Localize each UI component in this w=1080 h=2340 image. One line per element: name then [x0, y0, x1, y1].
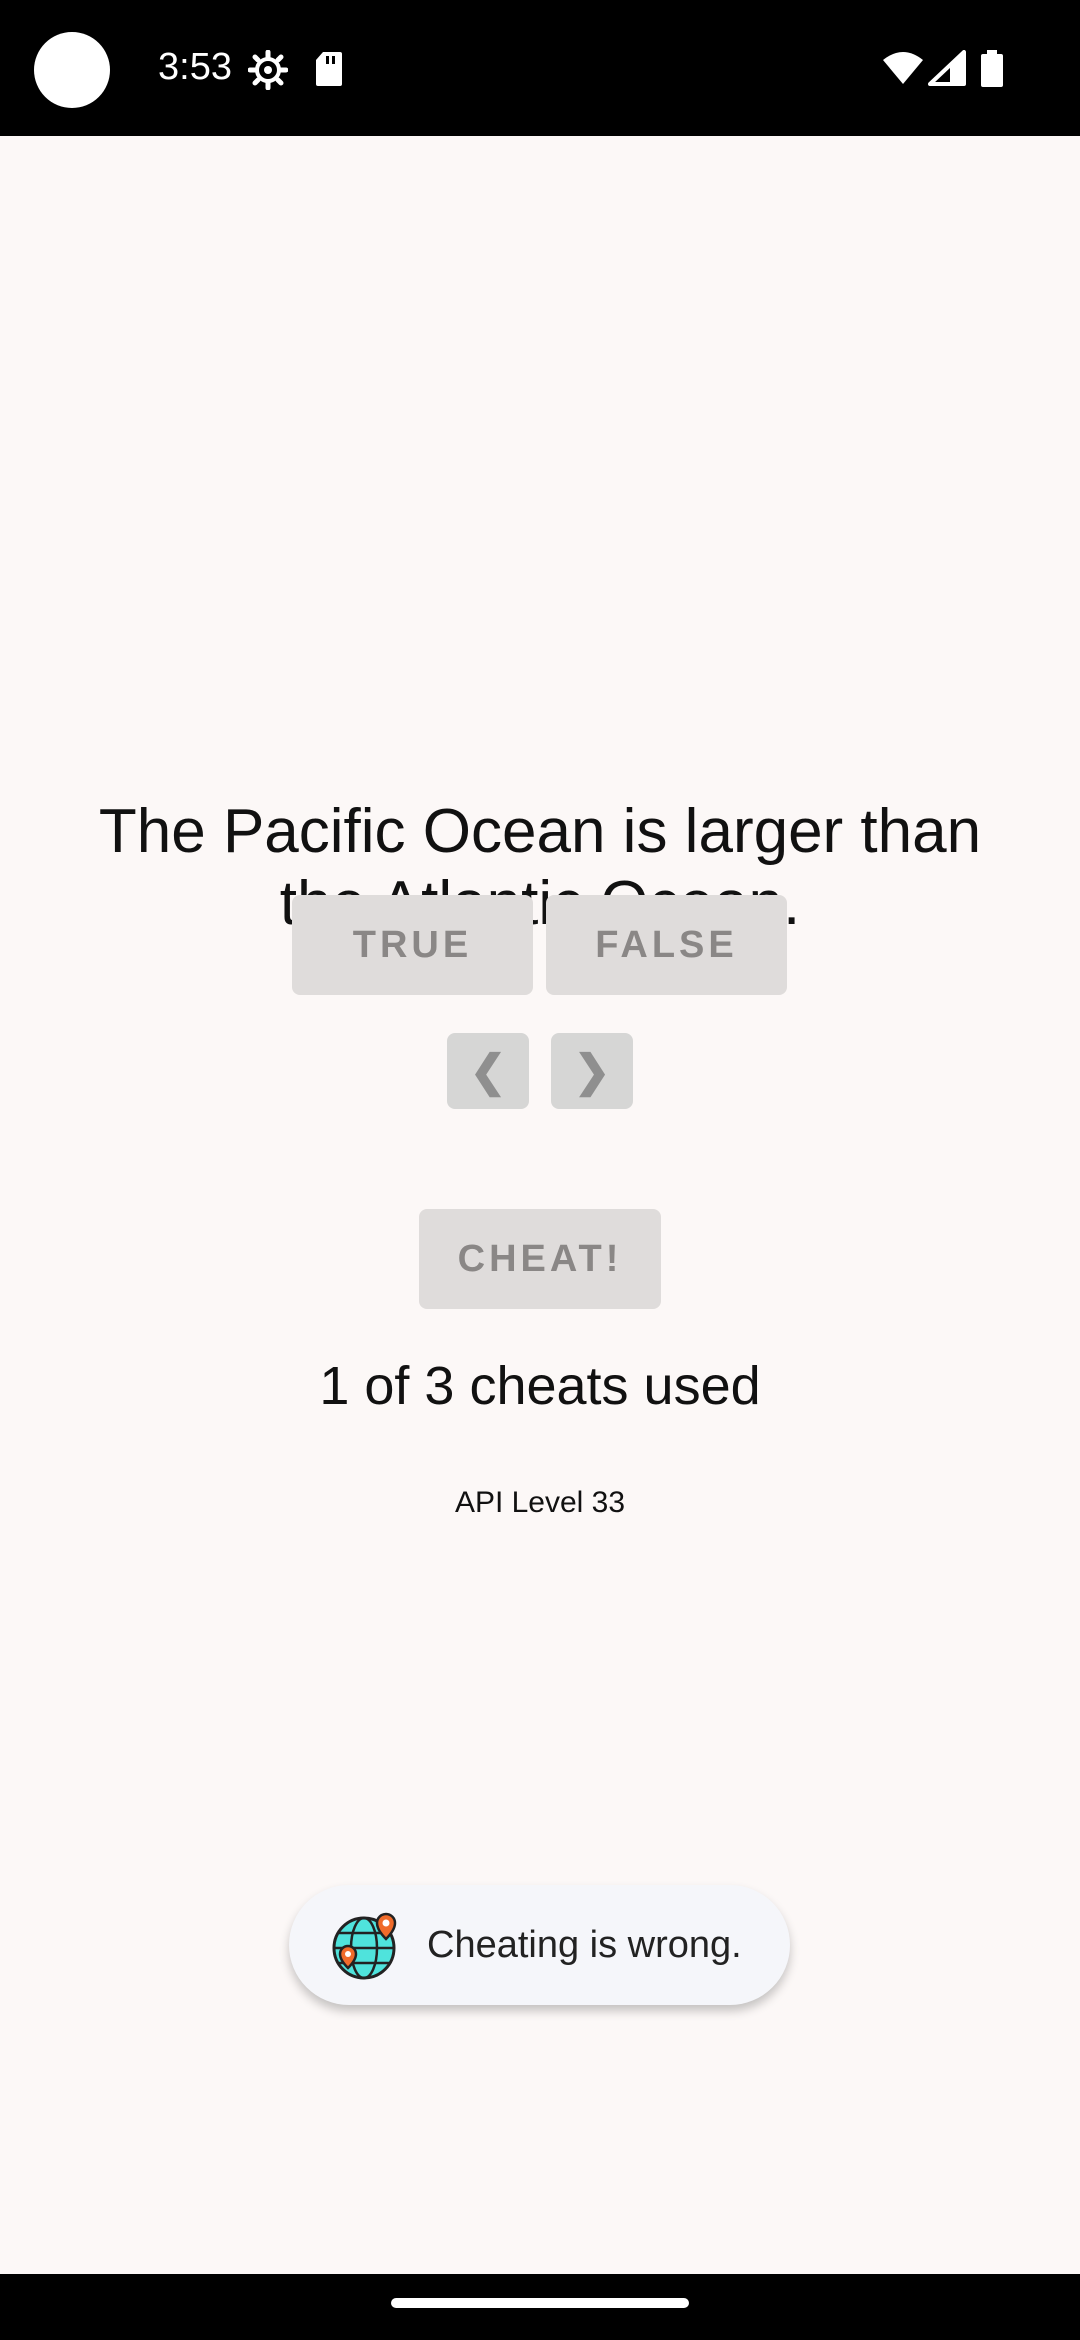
status-time: 3:53 [158, 46, 232, 88]
globe-pins-icon [331, 1912, 401, 1985]
home-handle[interactable] [391, 2298, 689, 2308]
settings-icon [247, 49, 289, 95]
toast: Cheating is wrong. [289, 1885, 790, 2005]
battery-icon [980, 50, 1004, 93]
question-text: The Pacific Ocean is larger than the Atl… [98, 797, 982, 938]
cheat-button[interactable]: CHEAT! [419, 1209, 661, 1309]
api-level-text: API Level 33 [454, 1486, 626, 1519]
toast-message: Cheating is wrong. [427, 1924, 742, 1966]
sdcard-icon [314, 50, 344, 93]
false-button[interactable]: FALSE [546, 895, 787, 995]
wifi-icon [882, 50, 924, 91]
cheats-used-text: 1 of 3 cheats used [319, 1356, 761, 1416]
status-bar: 3:53 [0, 0, 1080, 136]
camera-cutout [34, 32, 110, 108]
true-button[interactable]: TRUE [292, 895, 533, 995]
previous-button[interactable]: ❮ [447, 1033, 529, 1109]
navigation-bar [0, 2274, 1080, 2340]
signal-icon [928, 50, 966, 91]
next-button[interactable]: ❯ [551, 1033, 633, 1109]
